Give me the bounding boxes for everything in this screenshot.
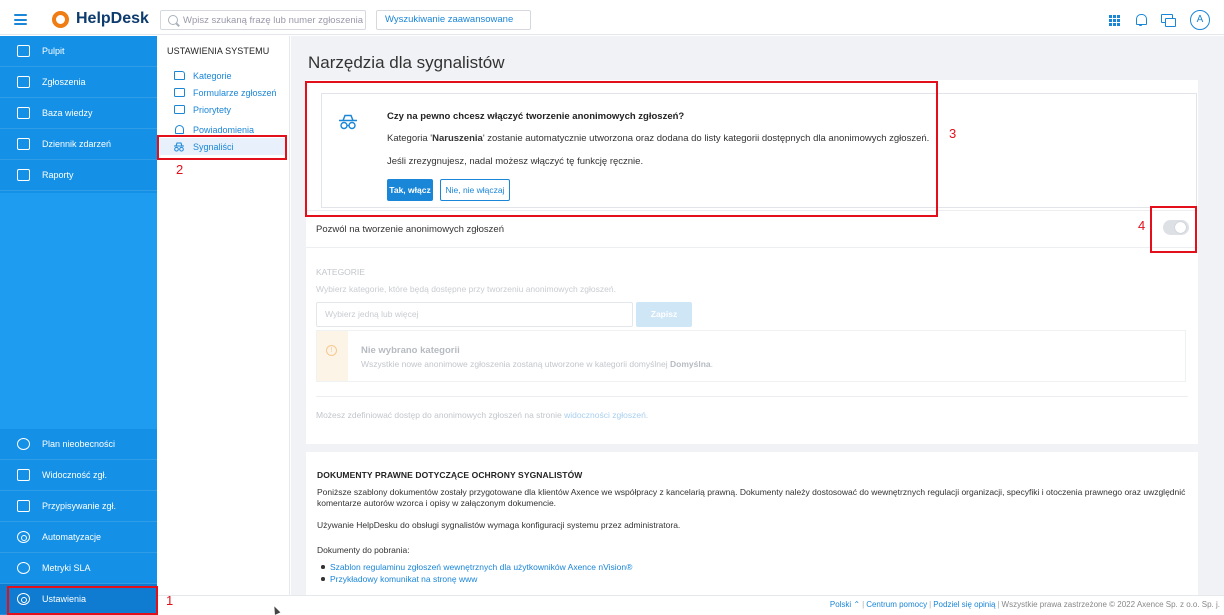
apps-grid-icon[interactable]	[1109, 14, 1120, 26]
alert-accent-bar	[317, 331, 348, 381]
scale-icon	[173, 105, 185, 114]
sidebar-item-label: Pulpit	[42, 46, 65, 56]
visibility-link[interactable]: widoczności zgłoszeń	[564, 410, 646, 420]
annotation-box-2	[157, 135, 287, 160]
feedback-link[interactable]: Podziel się opinią	[933, 600, 995, 609]
search-input[interactable]	[183, 13, 363, 27]
annotation-box-4	[1150, 206, 1197, 253]
sidebar-item-label: Automatyzacje	[42, 532, 102, 542]
submenu-item-label: Priorytety	[193, 104, 232, 115]
divider	[306, 247, 1198, 248]
notifications-bell-icon[interactable]	[1135, 14, 1147, 26]
info-icon: !	[326, 345, 337, 356]
sidebar-item-label: Baza wiedzy	[42, 108, 93, 118]
sidebar-item-przypisywanie[interactable]: Przypisywanie zgł.	[0, 491, 157, 522]
annotation-number-4: 4	[1138, 218, 1146, 233]
assign-icon	[16, 500, 30, 512]
copyright-text: Wszystkie prawa zastrzeżone © 2022 Axenc…	[1001, 600, 1220, 609]
sidebar-item-pulpit[interactable]: Pulpit	[0, 36, 157, 67]
legal-documents-card: DOKUMENTY PRAWNE DOTYCZĄCE OCHRONY SYGNA…	[306, 452, 1198, 615]
categories-save-button[interactable]: Zapisz	[636, 302, 692, 327]
folder-icon	[173, 71, 185, 80]
bell-icon	[174, 125, 184, 134]
dashboard-icon	[16, 45, 30, 57]
categories-heading: KATEGORIE	[316, 267, 365, 277]
helpdesk-logo-icon	[52, 11, 69, 28]
categories-select[interactable]: Wybierz jedną lub więcej	[316, 302, 633, 327]
annotation-box-3	[305, 81, 938, 217]
alert-text: Wszystkie nowe anonimowe zgłoszenia zost…	[361, 359, 713, 369]
language-selector[interactable]: Polski ⌃	[830, 600, 860, 609]
advanced-search-button[interactable]: Wyszukiwanie zaawansowane	[376, 10, 531, 30]
footer-text: Polski ⌃ | Centrum pomocy | Podziel się opin…	[829, 600, 1220, 609]
app-logo-text[interactable]: HelpDesk	[76, 10, 149, 28]
docs-intro: Poniższe szablony dokumentów zostały prz…	[317, 487, 1186, 508]
form-icon	[173, 88, 185, 97]
doc-link-regulamin[interactable]: Szablon regulaminu zgłoszeń wewnętrznych…	[320, 562, 632, 572]
user-avatar[interactable]: A	[1190, 10, 1210, 30]
visibility-icon	[16, 469, 30, 481]
sidebar-item-label: Dziennik zdarzeń	[42, 139, 112, 149]
sidebar-item-label: Metryki SLA	[42, 563, 91, 573]
annotation-box-1	[7, 586, 158, 615]
sidebar-item-label: Przypisywanie zgł.	[42, 501, 117, 511]
report-icon	[16, 169, 30, 181]
sidebar-item-raporty[interactable]: Raporty	[0, 160, 157, 191]
sidebar-item-label: Widoczność zgł.	[42, 470, 108, 480]
people-icon	[16, 438, 30, 450]
allow-anonymous-label: Pozwól na tworzenie anonimowych zgłoszeń	[316, 224, 504, 235]
search-box[interactable]	[160, 10, 366, 30]
footer: Polski ⌃ | Centrum pomocy | Podziel się opin…	[157, 595, 1224, 615]
annotation-number-3: 3	[949, 126, 957, 141]
sidebar-item-baza-wiedzy[interactable]: Baza wiedzy	[0, 98, 157, 129]
submenu-item-label: Powiadomienia	[193, 124, 255, 135]
categories-description: Wybierz kategorie, które będą dostępne p…	[316, 284, 616, 294]
docs-title: DOKUMENTY PRAWNE DOTYCZĄCE OCHRONY SYGNA…	[317, 470, 583, 480]
submenu-item-priorytety[interactable]: Priorytety	[160, 101, 286, 118]
settings-submenu: USTAWIENIA SYSTEMU Kategorie Formularze …	[157, 36, 290, 615]
default-category: Domyślna	[669, 359, 711, 369]
help-center-link[interactable]: Centrum pomocy	[866, 600, 927, 609]
submenu-title: USTAWIENIA SYSTEMU	[167, 46, 270, 56]
access-info-text: Możesz zdefiniować dostęp do anonimowych…	[316, 410, 649, 420]
chat-icon[interactable]	[1161, 14, 1176, 27]
annotation-number-2: 2	[176, 162, 184, 177]
tickets-icon	[16, 76, 30, 88]
top-bar: HelpDesk Wyszukiwanie zaawansowane A	[0, 5, 1224, 35]
docs-config-note: Używanie HelpDesku do obsługi sygnalistó…	[317, 520, 681, 530]
annotation-number-1: 1	[166, 593, 174, 608]
docs-download-heading: Dokumenty do pobrania:	[317, 545, 410, 555]
sidebar-item-label: Plan nieobecności	[42, 439, 116, 449]
search-icon	[168, 15, 178, 25]
page-title: Narzędzia dla sygnalistów	[308, 53, 505, 72]
sidebar-item-metryki-sla[interactable]: Metryki SLA	[0, 553, 157, 584]
menu-icon[interactable]	[14, 14, 27, 25]
sidebar-item-label: Zgłoszenia	[42, 77, 86, 87]
sidebar-item-zgloszenia[interactable]: Zgłoszenia	[0, 67, 157, 98]
top-icons: A	[1109, 9, 1210, 31]
doc-link-komunikat[interactable]: Przykładowy komunikat na stronę www	[320, 574, 477, 584]
alert-title: Nie wybrano kategorii	[361, 345, 460, 356]
submenu-item-label: Formularze zgłoszeń	[193, 87, 277, 98]
submenu-item-formularze[interactable]: Formularze zgłoszeń	[160, 84, 286, 101]
no-category-alert: ! Nie wybrano kategorii Wszystkie nowe a…	[316, 330, 1186, 382]
submenu-item-label: Kategorie	[193, 70, 232, 81]
sidebar-item-automatyzacje[interactable]: Automatyzacje	[0, 522, 157, 553]
automation-icon	[16, 531, 30, 543]
divider	[316, 396, 1188, 397]
sidebar-item-label: Raporty	[42, 170, 74, 180]
submenu-item-kategorie[interactable]: Kategorie	[160, 67, 286, 84]
sidebar-item-plan-nieobecnosci[interactable]: Plan nieobecności	[0, 429, 157, 460]
sidebar: Pulpit Zgłoszenia Baza wiedzy Dziennik z…	[0, 36, 157, 615]
log-icon	[16, 138, 30, 150]
sla-icon	[16, 562, 30, 574]
sidebar-item-dziennik-zdarzen[interactable]: Dziennik zdarzeń	[0, 129, 157, 160]
book-icon	[16, 107, 30, 119]
sidebar-item-widocznosc[interactable]: Widoczność zgł.	[0, 460, 157, 491]
